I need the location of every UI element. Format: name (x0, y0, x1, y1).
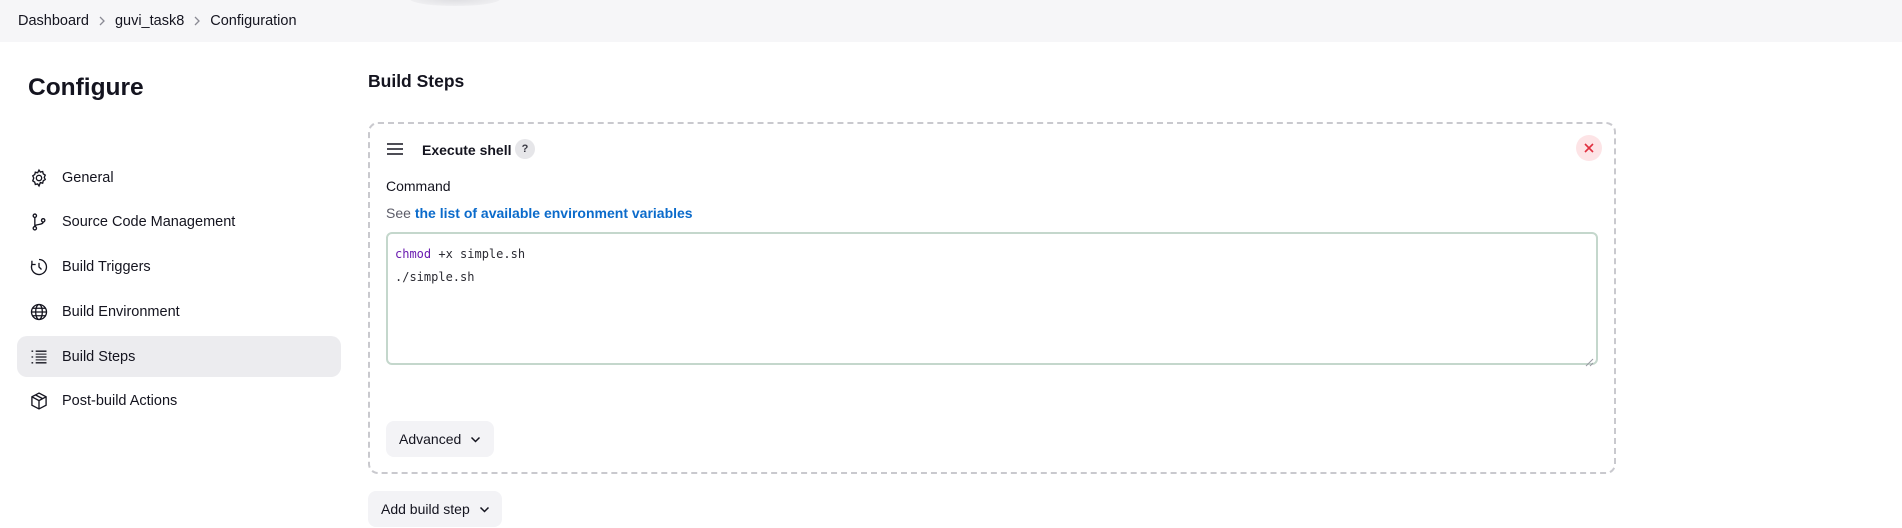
breadcrumb-configuration[interactable]: Configuration (210, 13, 296, 29)
command-label: Command (386, 178, 451, 194)
env-vars-hint: See the list of available environment va… (386, 205, 693, 221)
command-line: ./simple.sh (395, 266, 1589, 289)
sidebar-item-label: Build Triggers (62, 259, 151, 276)
delete-step-button[interactable] (1576, 135, 1602, 161)
gear-icon (28, 167, 50, 189)
command-keyword: chmod (395, 247, 432, 261)
sidebar-item-label: General (62, 169, 114, 186)
sidebar-item-general[interactable]: General (17, 157, 341, 198)
sidebar-item-post-build-actions[interactable]: Post-build Actions (17, 381, 341, 422)
add-step-label: Add build step (381, 501, 470, 517)
sidebar-item-source-code-management[interactable]: Source Code Management (17, 202, 341, 243)
section-title: Build Steps (368, 71, 465, 91)
page-title: Configure (28, 74, 144, 101)
sidebar-item-build-environment[interactable]: Build Environment (17, 291, 341, 332)
globe-icon (28, 301, 50, 323)
sidebar-list: General Source Code Management Build Tri… (17, 157, 341, 426)
sidebar-item-label: Build Steps (62, 348, 136, 365)
build-step-card: Execute shell ? Command See the list of … (368, 122, 1616, 474)
resize-grip-icon[interactable] (1585, 352, 1594, 367)
sidebar-item-build-triggers[interactable]: Build Triggers (17, 247, 341, 288)
top-shadow-decoration (410, 0, 500, 6)
branch-icon (28, 211, 50, 233)
sidebar-item-label: Build Environment (62, 303, 180, 320)
breadcrumb-dashboard[interactable]: Dashboard (18, 13, 89, 29)
command-line: chmod +x simple.sh (395, 243, 1589, 266)
command-textarea[interactable]: chmod +x simple.sh ./simple.sh (386, 232, 1598, 367)
add-build-step-button[interactable]: Add build step (368, 491, 502, 527)
close-icon (1584, 143, 1594, 153)
clock-icon (28, 256, 50, 278)
chevron-down-icon (471, 436, 481, 443)
command-args: +x simple.sh (431, 247, 526, 261)
chevron-down-icon (479, 506, 489, 513)
help-button[interactable]: ? (515, 139, 535, 159)
chevron-right-icon (89, 16, 115, 26)
breadcrumb-job[interactable]: guvi_task8 (115, 13, 184, 29)
command-args: ./simple.sh (395, 270, 475, 284)
env-vars-link[interactable]: the list of available environment variab… (415, 205, 693, 221)
sidebar-item-label: Source Code Management (62, 214, 236, 231)
chevron-right-icon (184, 16, 210, 26)
sidebar-item-label: Post-build Actions (62, 393, 178, 410)
breadcrumb-bar: Dashboard guvi_task8 Configuration (0, 0, 1902, 42)
env-hint-prefix: See (386, 205, 411, 221)
list-icon (28, 346, 50, 368)
breadcrumb: Dashboard guvi_task8 Configuration (18, 0, 297, 42)
step-title: Execute shell (422, 142, 512, 158)
advanced-button[interactable]: Advanced (386, 421, 494, 457)
advanced-label: Advanced (399, 431, 462, 447)
drag-handle-icon[interactable] (386, 142, 404, 156)
sidebar-item-build-steps[interactable]: Build Steps (17, 336, 341, 378)
cube-icon (28, 390, 50, 412)
